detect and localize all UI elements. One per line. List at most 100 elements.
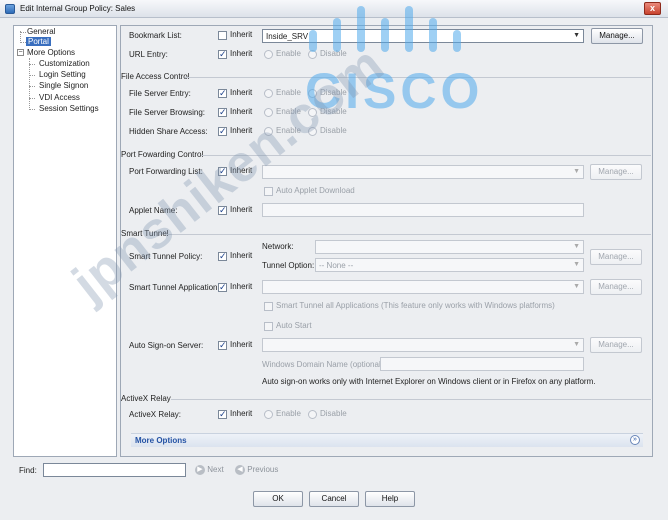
find-input[interactable] bbox=[43, 463, 186, 477]
inherit-label: Inherit bbox=[230, 251, 253, 260]
radio-circle bbox=[308, 409, 317, 419]
dropdown-arrow-icon: ▼ bbox=[573, 32, 580, 39]
port-forwarding-list-label: Port Forwarding List: bbox=[129, 167, 203, 176]
smart-tunnel-policy-manage-button[interactable]: Manage... bbox=[590, 249, 642, 265]
smart-tunnel-policy-inherit-checkbox[interactable]: Inherit bbox=[218, 251, 252, 261]
smart-tunnel-application-label: Smart Tunnel Application: bbox=[129, 283, 220, 292]
window-title: Edit Internal Group Policy: Sales bbox=[20, 4, 136, 13]
find-bar: Find: ▶ Next ◀ Previous bbox=[13, 462, 653, 480]
hidden-share-disable-radio[interactable]: Disable bbox=[308, 126, 347, 136]
activex-relay-disable-radio[interactable]: Disable bbox=[308, 409, 347, 419]
port-forwarding-manage-button[interactable]: Manage... bbox=[590, 164, 642, 180]
network-label: Network: bbox=[262, 242, 294, 251]
radio-circle bbox=[308, 88, 317, 98]
url-entry-enable-radio[interactable]: Enable bbox=[264, 49, 301, 59]
dropdown-arrow-icon: ▼ bbox=[573, 341, 580, 348]
dropdown-arrow-icon: ▼ bbox=[573, 243, 580, 250]
close-button[interactable]: x bbox=[644, 2, 661, 15]
radio-circle bbox=[308, 126, 317, 136]
disable-label: Disable bbox=[320, 126, 347, 135]
checkbox-box bbox=[218, 49, 227, 59]
section-divider bbox=[167, 234, 651, 235]
bookmark-list-value: Inside_SRV bbox=[266, 32, 309, 41]
radio-circle bbox=[264, 409, 273, 419]
find-next-button[interactable]: ▶ Next bbox=[195, 465, 224, 475]
collapse-icon[interactable]: − bbox=[17, 49, 24, 56]
windows-domain-name-input[interactable] bbox=[380, 357, 584, 371]
bookmark-list-label: Bookmark List: bbox=[129, 31, 182, 40]
network-select[interactable]: ▼ bbox=[315, 240, 584, 254]
applet-name-inherit-checkbox[interactable]: Inherit bbox=[218, 205, 252, 215]
tree-item-vdi-access[interactable]: VDI Access bbox=[39, 93, 80, 103]
checkbox-box bbox=[218, 340, 227, 350]
tree-connector bbox=[20, 32, 26, 33]
tree-item-session-settings[interactable]: Session Settings bbox=[39, 104, 99, 114]
tree-connector bbox=[29, 98, 35, 99]
auto-applet-download-checkbox[interactable]: Auto Applet Download bbox=[264, 186, 355, 196]
more-options-bar[interactable]: More Options » bbox=[131, 433, 643, 447]
enable-label: Enable bbox=[276, 107, 301, 116]
activex-relay-enable-radio[interactable]: Enable bbox=[264, 409, 301, 419]
disable-label: Disable bbox=[320, 49, 347, 58]
auto-start-label: Auto Start bbox=[276, 321, 312, 330]
find-previous-button[interactable]: ◀ Previous bbox=[235, 465, 278, 475]
next-arrow-icon: ▶ bbox=[195, 465, 205, 475]
url-entry-disable-radio[interactable]: Disable bbox=[308, 49, 347, 59]
port-forwarding-list-select[interactable]: ▼ bbox=[262, 165, 584, 179]
enable-label: Enable bbox=[276, 126, 301, 135]
inherit-label: Inherit bbox=[230, 30, 253, 39]
auto-start-checkbox[interactable]: Auto Start bbox=[264, 321, 312, 331]
tree-item-login-setting[interactable]: Login Setting bbox=[39, 70, 86, 80]
bookmark-manage-button[interactable]: Manage... bbox=[591, 28, 643, 44]
inherit-label: Inherit bbox=[230, 166, 253, 175]
file-server-browsing-disable-radio[interactable]: Disable bbox=[308, 107, 347, 117]
smart-tunnel-application-manage-button[interactable]: Manage... bbox=[590, 279, 642, 295]
bookmark-inherit-checkbox[interactable]: Inherit bbox=[218, 30, 252, 40]
dropdown-arrow-icon: ▼ bbox=[573, 283, 580, 290]
bookmark-list-select[interactable]: Inside_SRV ▼ bbox=[262, 29, 584, 43]
tree-item-customization[interactable]: Customization bbox=[39, 59, 90, 69]
disable-label: Disable bbox=[320, 88, 347, 97]
disable-label: Disable bbox=[320, 409, 347, 418]
inherit-label: Inherit bbox=[230, 49, 253, 58]
enable-label: Enable bbox=[276, 49, 301, 58]
file-server-browsing-enable-radio[interactable]: Enable bbox=[264, 107, 301, 117]
tree-item-general[interactable]: General bbox=[27, 27, 55, 37]
ok-button[interactable]: OK bbox=[253, 491, 303, 507]
auto-applet-download-label: Auto Applet Download bbox=[276, 186, 355, 195]
radio-circle bbox=[264, 107, 273, 117]
port-forwarding-inherit-checkbox[interactable]: Inherit bbox=[218, 166, 252, 176]
auto-sign-on-manage-button[interactable]: Manage... bbox=[590, 337, 642, 353]
auto-sign-on-inherit-checkbox[interactable]: Inherit bbox=[218, 340, 252, 350]
previous-arrow-icon: ◀ bbox=[235, 465, 245, 475]
smart-tunnel-application-inherit-checkbox[interactable]: Inherit bbox=[218, 282, 252, 292]
navigation-tree: General Portal − More Options Customizat… bbox=[13, 25, 117, 457]
file-server-entry-inherit-checkbox[interactable]: Inherit bbox=[218, 88, 252, 98]
file-server-entry-disable-radio[interactable]: Disable bbox=[308, 88, 347, 98]
enable-label: Enable bbox=[276, 409, 301, 418]
checkbox-box bbox=[218, 107, 227, 117]
smart-tunnel-all-apps-checkbox[interactable]: Smart Tunnel all Applications (This feat… bbox=[264, 301, 555, 311]
tree-item-portal[interactable]: Portal bbox=[26, 37, 51, 47]
radio-circle bbox=[308, 49, 317, 59]
tree-connector bbox=[29, 75, 35, 76]
inherit-label: Inherit bbox=[230, 126, 253, 135]
tree-item-single-signon[interactable]: Single Signon bbox=[39, 81, 88, 91]
activex-relay-inherit-checkbox[interactable]: Inherit bbox=[218, 409, 252, 419]
tree-connector bbox=[29, 86, 35, 87]
help-button[interactable]: Help bbox=[365, 491, 415, 507]
url-entry-inherit-checkbox[interactable]: Inherit bbox=[218, 49, 252, 59]
file-server-entry-enable-radio[interactable]: Enable bbox=[264, 88, 301, 98]
cancel-button[interactable]: Cancel bbox=[309, 491, 359, 507]
smart-tunnel-all-apps-label: Smart Tunnel all Applications (This feat… bbox=[276, 301, 555, 310]
file-server-browsing-inherit-checkbox[interactable]: Inherit bbox=[218, 107, 252, 117]
tunnel-option-select[interactable]: -- None -- ▼ bbox=[315, 258, 584, 272]
double-chevron-down-icon[interactable]: » bbox=[630, 435, 640, 445]
smart-tunnel-application-select[interactable]: ▼ bbox=[262, 280, 584, 294]
hidden-share-enable-radio[interactable]: Enable bbox=[264, 126, 301, 136]
hidden-share-inherit-checkbox[interactable]: Inherit bbox=[218, 126, 252, 136]
applet-name-input[interactable] bbox=[262, 203, 584, 217]
tree-item-more-options[interactable]: More Options bbox=[27, 48, 75, 58]
auto-sign-on-server-select[interactable]: ▼ bbox=[262, 338, 584, 352]
checkbox-box bbox=[218, 88, 227, 98]
